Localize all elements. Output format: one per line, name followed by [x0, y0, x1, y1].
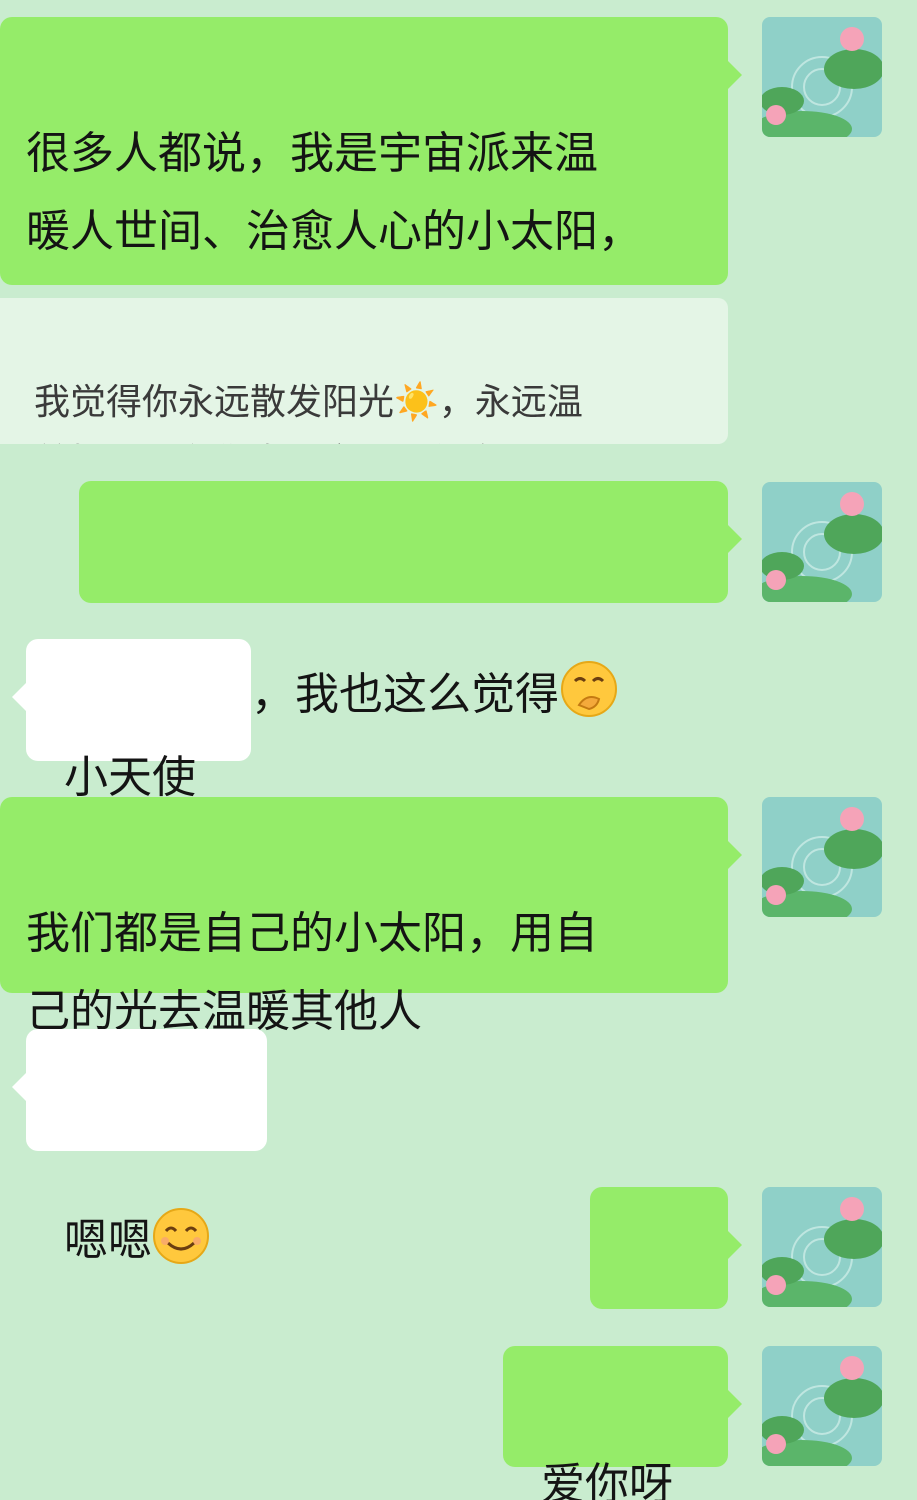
- chat-area: 很多人都说，我是宇宙派来温 暖人世间、治愈人心的小太阳， 照到哪里哪里亮 我觉得…: [0, 0, 917, 1500]
- avatar[interactable]: [762, 797, 882, 917]
- avatar[interactable]: [762, 17, 882, 137]
- message-bubble-outgoing[interactable]: [590, 1187, 742, 1429]
- quoted-message-text: 我觉得你永远散发阳光☀️，永远温 美好，我在你身上学到了很多: [34, 382, 583, 444]
- message-text: 爱你呀: [541, 1459, 673, 1500]
- message-bubble-outgoing[interactable]: 哈哈哈，我也这么觉得: [79, 481, 742, 720]
- avatar[interactable]: [762, 1346, 882, 1466]
- avatar[interactable]: [762, 1187, 882, 1307]
- quoted-message[interactable]: 我觉得你永远散发阳光☀️，永远温 美好，我在你身上学到了很多: [0, 298, 728, 444]
- message-text: 嗯嗯: [64, 1215, 152, 1266]
- message-bubble-incoming[interactable]: 小天使: [12, 639, 251, 803]
- smile-icon: [152, 1129, 210, 1290]
- message-text: 我们都是自己的小太阳，用自 己的光去温暖其他人: [26, 908, 598, 1037]
- avatar[interactable]: [762, 482, 882, 602]
- message-bubble-incoming[interactable]: 嗯嗯: [12, 1029, 267, 1266]
- message-bubble-outgoing[interactable]: 爱你呀: [503, 1346, 742, 1500]
- message-text: 小天使: [64, 752, 196, 803]
- thinking-hand-over-mouth-icon: [559, 581, 619, 744]
- message-bubble-outgoing[interactable]: 我们都是自己的小太阳，用自 己的光去温暖其他人: [0, 797, 742, 1037]
- message-bubble-outgoing[interactable]: 很多人都说，我是宇宙派来温 暖人世间、治愈人心的小太阳， 照到哪里哪里亮: [0, 17, 742, 410]
